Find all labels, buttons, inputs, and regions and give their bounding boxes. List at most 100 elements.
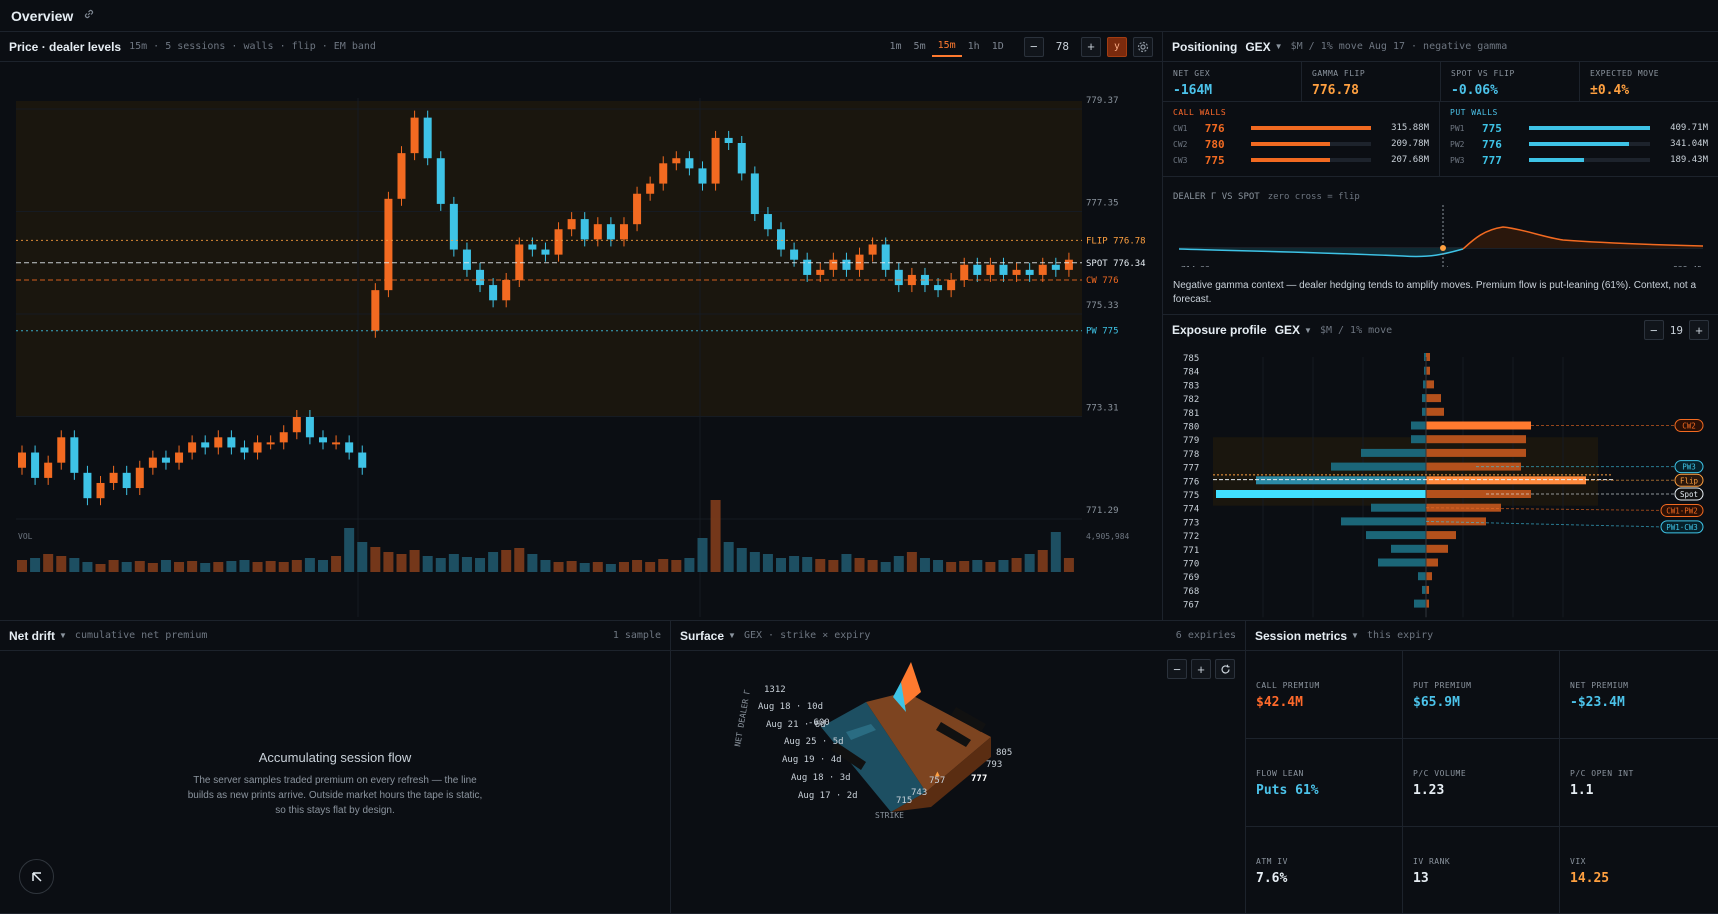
tab-tf-1d[interactable]: 1D <box>986 37 1010 56</box>
call-walls: CALL WALLS CW1 776 315.88M CW2 780 209.78M CW3… <box>1163 102 1440 177</box>
exposure-mode-value: GEX <box>1274 323 1301 337</box>
candle <box>279 432 288 443</box>
strikes-increase-button[interactable]: + <box>1689 320 1709 340</box>
chevron-down-icon: ▼ <box>1274 42 1283 51</box>
candle <box>83 472 92 499</box>
candle <box>777 229 786 250</box>
candle <box>685 158 694 169</box>
net-drift-panel: Net drift ▼ cumulative net premium 1 samp… <box>0 621 671 914</box>
candle <box>502 280 511 301</box>
net-drift-sample-count: 1 sample <box>612 630 661 641</box>
candle <box>1051 264 1060 270</box>
exposure-subtitle: $M / 1% move <box>1319 324 1393 336</box>
candle <box>345 442 354 453</box>
candle <box>855 254 864 270</box>
candle <box>711 137 720 184</box>
timeframe-tabs: 1m 5m 15m 1h 1D <box>884 36 1010 57</box>
candle <box>672 158 681 164</box>
metric-value: 1.23 <box>1413 783 1445 798</box>
exposure-tag-pw3: PW3 <box>1674 460 1704 474</box>
exposure-tag-flip: Flip <box>1674 473 1704 487</box>
chevron-down-icon: ▼ <box>59 631 67 640</box>
level-pw: PW 775 <box>1086 327 1119 337</box>
zoom-level: 78 <box>1055 40 1069 53</box>
strikes-decrease-button[interactable]: − <box>1643 320 1664 340</box>
strike-label: 773 <box>1183 518 1199 528</box>
page-title: Overview <box>11 7 74 24</box>
net-drift-select[interactable]: Net drift ▼ <box>9 629 67 643</box>
zoom-out-button[interactable]: − <box>1023 36 1044 57</box>
candle <box>489 285 498 301</box>
session-metrics-select[interactable]: Session metrics ▼ <box>1255 629 1359 643</box>
drift-empty-heading: Accumulating session flow <box>258 750 412 765</box>
y-scale-button[interactable]: y <box>1107 36 1127 57</box>
stat-spot-vs-flip: SPOT VS FLIP -0.06% <box>1441 62 1580 102</box>
chevron-down-icon: ▼ <box>1304 325 1312 335</box>
strike-label: 781 <box>1183 409 1199 419</box>
level-spot: SPOT 776.34 <box>1086 259 1146 269</box>
tab-tf-1h[interactable]: 1h <box>962 37 986 56</box>
zoom-in-button[interactable]: + <box>1081 36 1101 57</box>
candle <box>44 462 53 478</box>
metric-value: 1.1 <box>1570 783 1594 798</box>
exposure-title: Exposure profile <box>1172 323 1267 337</box>
candle <box>803 259 812 275</box>
svg-text:1312: 1312 <box>764 685 786 695</box>
strike-axis-label: 805 <box>996 748 1012 758</box>
chevron-down-icon: ▼ <box>728 631 736 640</box>
candle <box>175 452 184 463</box>
tab-tf-5m[interactable]: 5m <box>908 37 932 56</box>
candle <box>214 437 223 448</box>
stat-value: -164M <box>1173 83 1213 98</box>
tab-tf-1m[interactable]: 1m <box>884 37 908 56</box>
surface-select[interactable]: Surface ▼ <box>680 629 736 643</box>
candle <box>70 437 79 473</box>
candle <box>750 173 759 215</box>
surface-3d-chart[interactable]: Aug 18 · 10dAug 21 · 6dAug 25 · 5dAug 19… <box>671 652 1246 914</box>
candle <box>161 457 170 463</box>
price-chart[interactable]: 779.37 777.35 775.33 773.31 771.29 FLIP 776.7… <box>0 62 1162 620</box>
surface-title: Surface <box>680 628 725 643</box>
candle <box>476 269 485 286</box>
candle <box>122 472 131 489</box>
strike-axis-label: 715 <box>896 796 912 806</box>
candle <box>384 198 393 291</box>
link-icon[interactable] <box>83 8 95 23</box>
metric-call-premium: CALL PREMIUM $42.4M <box>1246 651 1403 739</box>
expiry-axis-label: Aug 18 · 10d <box>758 702 823 712</box>
tab-tf-15m[interactable]: 15m <box>931 36 962 57</box>
candle <box>227 437 236 448</box>
candle <box>397 153 406 199</box>
metric-label: PUT PREMIUM <box>1413 681 1472 690</box>
strike-label: 780 <box>1183 423 1199 433</box>
metric-put-premium: PUT PREMIUM $65.9M <box>1403 651 1560 739</box>
strike-label: 772 <box>1183 532 1199 542</box>
candle <box>763 214 772 230</box>
gamma-title: DEALER Γ VS SPOT <box>1173 192 1260 202</box>
strike-label: 777 <box>1183 464 1199 474</box>
strike-label: 775 <box>1183 491 1199 501</box>
svg-text:Spot: Spot <box>1680 490 1698 499</box>
metric-atm-iv: ATM IV 7.6% <box>1246 827 1403 914</box>
svg-text:CW2: CW2 <box>1682 422 1696 431</box>
exposure-mode-select[interactable]: GEX ▼ <box>1275 323 1312 337</box>
svg-text:STRIKE: STRIKE <box>875 811 904 820</box>
positioning-mode-select[interactable]: GEX ▼ <box>1245 40 1282 54</box>
exposure-panel: Exposure profile GEX ▼ $M / 1% move − 19 … <box>1163 315 1718 621</box>
positioning-panel: Positioning GEX ▼ $M / 1% move Aug 17 · n… <box>1163 32 1718 315</box>
exposure-tag-spot: Spot <box>1674 487 1704 501</box>
cursor-mode-button[interactable] <box>19 859 54 894</box>
session-metrics-header: Session metrics ▼ this expiry <box>1246 621 1718 651</box>
gear-icon[interactable] <box>1133 36 1153 57</box>
strike-label: 776 <box>1183 477 1199 487</box>
svg-text:NET DEALER Γ: NET DEALER Γ <box>733 689 752 748</box>
candle <box>659 163 668 184</box>
candle <box>646 183 655 194</box>
exposure-tag-pw1cw3: PW1·CW3 <box>1660 520 1704 534</box>
candle <box>829 259 838 270</box>
candle <box>724 137 733 143</box>
strike-label: 769 <box>1183 573 1199 583</box>
stat-expected-move: EXPECTED MOVE ±0.4% <box>1580 62 1718 102</box>
candle <box>737 142 746 174</box>
surface-header: Surface ▼ GEX · strike × expiry 6 expirie… <box>671 621 1245 651</box>
